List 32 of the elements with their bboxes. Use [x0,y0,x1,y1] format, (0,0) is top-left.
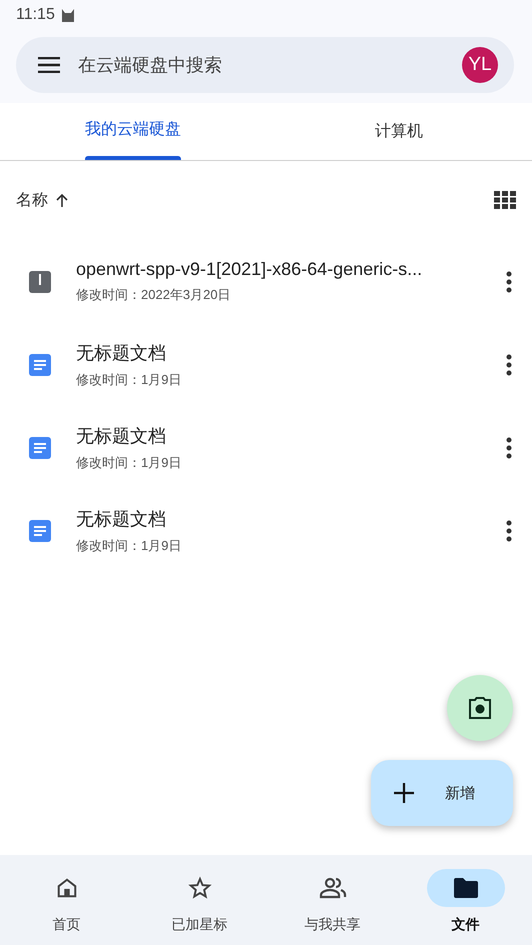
star-icon [188,876,212,900]
camera-icon [468,697,492,719]
nav-item[interactable]: 首页 [0,855,133,945]
folder-icon [452,877,478,899]
status-time: 11:15 [16,5,55,25]
nav-item[interactable]: 与我共享 [266,855,399,945]
modified-date: 修改时间：2022年3月20日 [76,286,232,304]
nav-item[interactable]: 文件 [399,855,532,945]
file-name[interactable]: 无标题文档 [76,340,502,364]
file-name[interactable]: 无标题文档 [76,424,502,448]
arrow-up-icon [56,194,68,206]
nav-item[interactable]: 已加星标 [133,855,266,945]
sort-button[interactable]: 名称 [16,190,68,210]
cat-icon [60,7,75,23]
plus-icon [393,782,415,804]
menu-icon[interactable] [38,57,60,73]
file-name[interactable]: openwrt-spp-v9-1[2021]-x86-64-generic-s... [76,259,502,280]
modified-date: 修改时间：1月9日 [76,370,182,388]
archive-icon [28,270,52,294]
document-icon [28,352,52,376]
search-field[interactable]: 在云端硬盘中搜索 YL [16,37,514,93]
modified-date: 修改时间：1月9日 [76,536,182,554]
grid-view-icon[interactable] [494,191,516,209]
people-icon [318,876,346,900]
document-icon [28,518,52,542]
modified-date: 修改时间：1月9日 [76,454,182,472]
document-icon [28,436,52,460]
new-button[interactable]: 新增 [371,760,513,826]
account-avatar[interactable]: YL [462,47,498,83]
camera-button[interactable] [447,675,513,741]
file-name[interactable]: 无标题文档 [76,506,502,530]
home-icon [56,877,78,899]
